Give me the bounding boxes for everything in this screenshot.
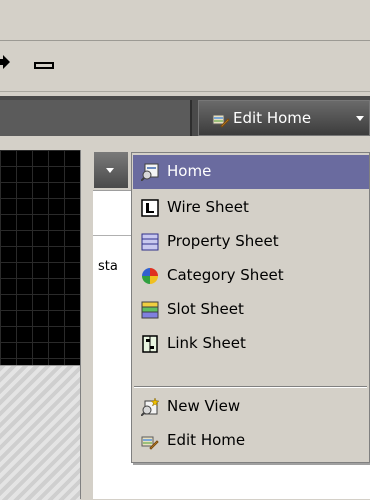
minus-icon[interactable] [34,62,54,69]
home-view-icon [141,163,159,181]
menu-item-label: Property Sheet [167,232,279,250]
menu-item-label: Home [167,162,212,180]
menu-item-label: Category Sheet [167,266,284,284]
chevron-down-icon [356,116,364,121]
menu-item-edit-home[interactable]: Edit Home [133,424,369,458]
menu-item-category-sheet[interactable]: Category Sheet [133,259,369,293]
edit-home-icon [212,114,230,128]
canvas-hatched-area [0,365,80,500]
property-sheet-icon [141,233,159,251]
edit-home-icon [141,436,159,450]
forward-arrow-icon[interactable] [0,55,10,69]
view-menu: Home Wire Sheet Property Sheet Category … [131,152,370,463]
menu-item-property-sheet[interactable]: Property Sheet [133,225,369,259]
wire-sheet-icon [141,199,159,217]
view-selector-button[interactable]: Edit Home [198,100,370,136]
menu-item-label: Link Sheet [167,334,246,352]
menu-item-link-sheet[interactable]: Link Sheet [133,327,369,361]
category-sheet-icon [142,268,158,284]
top-bar [0,0,370,41]
view-selector-label: Edit Home [233,109,312,127]
locator-bar[interactable] [0,100,192,136]
chevron-down-icon [106,168,114,173]
side-panel-text: sta [98,259,118,274]
menu-item-slot-sheet[interactable]: Slot Sheet [133,293,369,327]
toolbar [0,41,370,92]
menu-item-label: Slot Sheet [167,300,244,318]
menu-item-wire-sheet[interactable]: Wire Sheet [133,191,369,225]
menu-separator [134,386,367,388]
slot-sheet-icon [141,301,159,319]
new-view-icon [141,398,159,416]
link-sheet-icon [142,335,158,353]
menu-item-label: Edit Home [167,431,246,449]
menu-item-label: Wire Sheet [167,198,249,216]
menu-item-home[interactable]: Home [133,155,369,189]
menu-item-label: New View [167,397,241,415]
divider [93,235,133,236]
menu-item-new-view[interactable]: New View [133,390,369,424]
